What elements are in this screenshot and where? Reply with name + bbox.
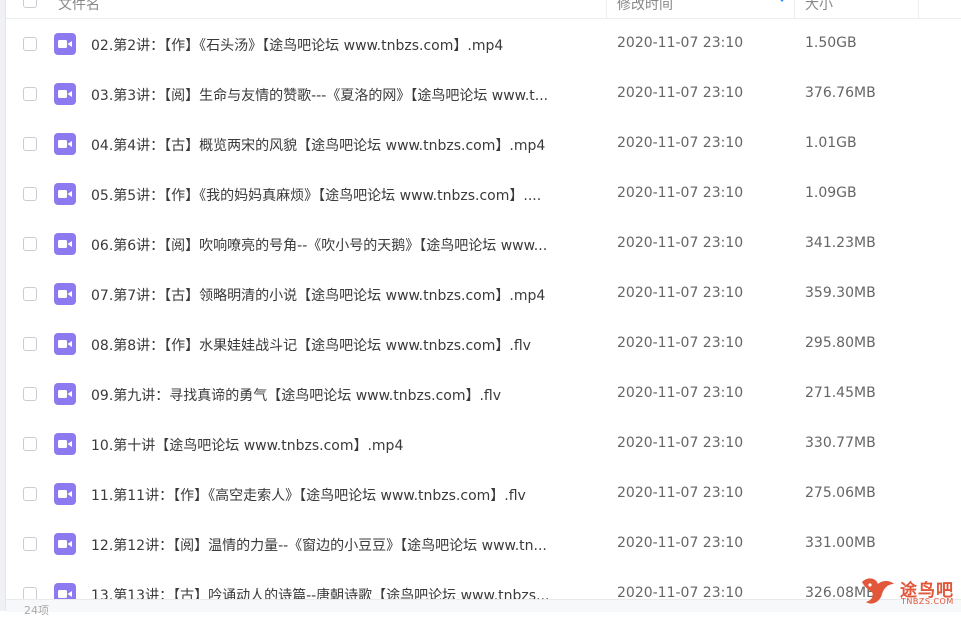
video-file-icon: [54, 433, 76, 455]
row-checkbox[interactable]: [23, 537, 37, 551]
file-modified-time: 2020-11-07 23:10: [617, 135, 744, 151]
file-row[interactable]: 11.第11讲：【作】《高空走索人》【途鸟吧论坛 www.tnbzs.com】.…: [6, 469, 961, 519]
file-list-header: 文件名 修改时间 大小: [6, 0, 961, 19]
file-modified-time: 2020-11-07 23:10: [617, 485, 744, 501]
file-size: 341.23MB: [805, 235, 876, 251]
file-name[interactable]: 02.第2讲：【作】《石头汤》【途鸟吧论坛 www.tnbzs.com】.mp4: [91, 35, 606, 55]
file-list: 02.第2讲：【作】《石头汤》【途鸟吧论坛 www.tnbzs.com】.mp4…: [6, 19, 961, 619]
file-modified-time: 2020-11-07 23:10: [617, 335, 744, 351]
file-row[interactable]: 09.第九讲：寻找真谛的勇气【途鸟吧论坛 www.tnbzs.com】.flv 2…: [6, 369, 961, 419]
file-row[interactable]: 12.第12讲：【阅】温情的力量--《窗边的小豆豆》【途鸟吧论坛 www.tn.…: [6, 519, 961, 569]
file-modified-time: 2020-11-07 23:10: [617, 285, 744, 301]
row-checkbox[interactable]: [23, 137, 37, 151]
video-file-icon: [54, 133, 76, 155]
file-size: 330.77MB: [805, 435, 876, 451]
video-file-icon: [54, 33, 76, 55]
file-modified-time: 2020-11-07 23:10: [617, 235, 744, 251]
row-checkbox[interactable]: [23, 487, 37, 501]
file-row[interactable]: 04.第4讲：【古】概览两宋的风貌【途鸟吧论坛 www.tnbzs.com】.m…: [6, 119, 961, 169]
file-modified-time: 2020-11-07 23:10: [617, 385, 744, 401]
video-file-icon: [54, 283, 76, 305]
file-size: 331.00MB: [805, 535, 876, 551]
watermark-subtitle: TNBZS.COM: [901, 597, 954, 606]
file-name[interactable]: 12.第12讲：【阅】温情的力量--《窗边的小豆豆》【途鸟吧论坛 www.tn.…: [91, 535, 606, 555]
file-modified-time: 2020-11-07 23:10: [617, 435, 744, 451]
column-divider[interactable]: [918, 0, 919, 18]
file-name[interactable]: 09.第九讲：寻找真谛的勇气【途鸟吧论坛 www.tnbzs.com】.flv: [91, 385, 606, 405]
video-file-icon: [54, 333, 76, 355]
video-file-icon: [54, 233, 76, 255]
file-row[interactable]: 06.第6讲：【阅】吹响嘹亮的号角--《吹小号的天鹅》【途鸟吧论坛 www...…: [6, 219, 961, 269]
file-name[interactable]: 10.第十讲【途鸟吧论坛 www.tnbzs.com】.mp4: [91, 435, 606, 455]
select-all-checkbox[interactable]: [23, 0, 37, 8]
video-file-icon: [54, 483, 76, 505]
file-size: 295.80MB: [805, 335, 876, 351]
column-header-name[interactable]: 文件名: [58, 0, 100, 14]
file-name[interactable]: 04.第4讲：【古】概览两宋的风貌【途鸟吧论坛 www.tnbzs.com】.m…: [91, 135, 606, 155]
file-name[interactable]: 05.第5讲：【作】《我的妈妈真麻烦》【途鸟吧论坛 www.tnbzs.com】…: [91, 185, 606, 205]
column-header-size[interactable]: 大小: [805, 0, 833, 14]
file-name[interactable]: 03.第3讲：【阅】生命与友情的赞歌---《夏洛的网》【途鸟吧论坛 www.t.…: [91, 85, 606, 105]
file-size: 1.09GB: [805, 185, 857, 201]
video-file-icon: [54, 183, 76, 205]
item-count: 24项: [24, 604, 49, 617]
file-size: 359.30MB: [805, 285, 876, 301]
row-checkbox[interactable]: [23, 87, 37, 101]
row-checkbox[interactable]: [23, 287, 37, 301]
file-modified-time: 2020-11-07 23:10: [617, 85, 744, 101]
file-name[interactable]: 07.第7讲：【古】领略明清的小说【途鸟吧论坛 www.tnbzs.com】.m…: [91, 285, 606, 305]
video-file-icon: [54, 83, 76, 105]
file-name[interactable]: 11.第11讲：【作】《高空走索人》【途鸟吧论坛 www.tnbzs.com】.…: [91, 485, 606, 505]
sort-descending-icon[interactable]: [774, 0, 790, 6]
file-row[interactable]: 07.第7讲：【古】领略明清的小说【途鸟吧论坛 www.tnbzs.com】.m…: [6, 269, 961, 319]
file-modified-time: 2020-11-07 23:10: [617, 185, 744, 201]
file-row[interactable]: 02.第2讲：【作】《石头汤》【途鸟吧论坛 www.tnbzs.com】.mp4…: [6, 19, 961, 69]
bird-logo-icon: [862, 578, 894, 604]
file-size: 1.50GB: [805, 35, 857, 51]
row-checkbox[interactable]: [23, 337, 37, 351]
status-bar: [6, 599, 961, 612]
file-row[interactable]: 05.第5讲：【作】《我的妈妈真麻烦》【途鸟吧论坛 www.tnbzs.com】…: [6, 169, 961, 219]
video-file-icon: [54, 533, 76, 555]
file-size: 271.45MB: [805, 385, 876, 401]
row-checkbox[interactable]: [23, 387, 37, 401]
video-file-icon: [54, 383, 76, 405]
file-size: 275.06MB: [805, 485, 876, 501]
file-modified-time: 2020-11-07 23:10: [617, 535, 744, 551]
file-row[interactable]: 08.第8讲：【作】水果娃娃战斗记【途鸟吧论坛 www.tnbzs.com】.f…: [6, 319, 961, 369]
row-checkbox[interactable]: [23, 187, 37, 201]
column-divider[interactable]: [606, 0, 607, 18]
row-checkbox[interactable]: [23, 437, 37, 451]
file-size: 376.76MB: [805, 85, 876, 101]
row-checkbox[interactable]: [23, 37, 37, 51]
file-size: 1.01GB: [805, 135, 857, 151]
column-divider[interactable]: [794, 0, 795, 18]
column-header-time[interactable]: 修改时间: [617, 0, 673, 14]
file-name[interactable]: 08.第8讲：【作】水果娃娃战斗记【途鸟吧论坛 www.tnbzs.com】.f…: [91, 335, 606, 355]
row-checkbox[interactable]: [23, 237, 37, 251]
file-row[interactable]: 03.第3讲：【阅】生命与友情的赞歌---《夏洛的网》【途鸟吧论坛 www.t.…: [6, 69, 961, 119]
file-name[interactable]: 06.第6讲：【阅】吹响嘹亮的号角--《吹小号的天鹅》【途鸟吧论坛 www...: [91, 235, 606, 255]
watermark-logo: 途鸟吧 TNBZS.COM: [858, 572, 958, 608]
file-modified-time: 2020-11-07 23:10: [617, 35, 744, 51]
file-row[interactable]: 10.第十讲【途鸟吧论坛 www.tnbzs.com】.mp4 2020-11-0…: [6, 419, 961, 469]
